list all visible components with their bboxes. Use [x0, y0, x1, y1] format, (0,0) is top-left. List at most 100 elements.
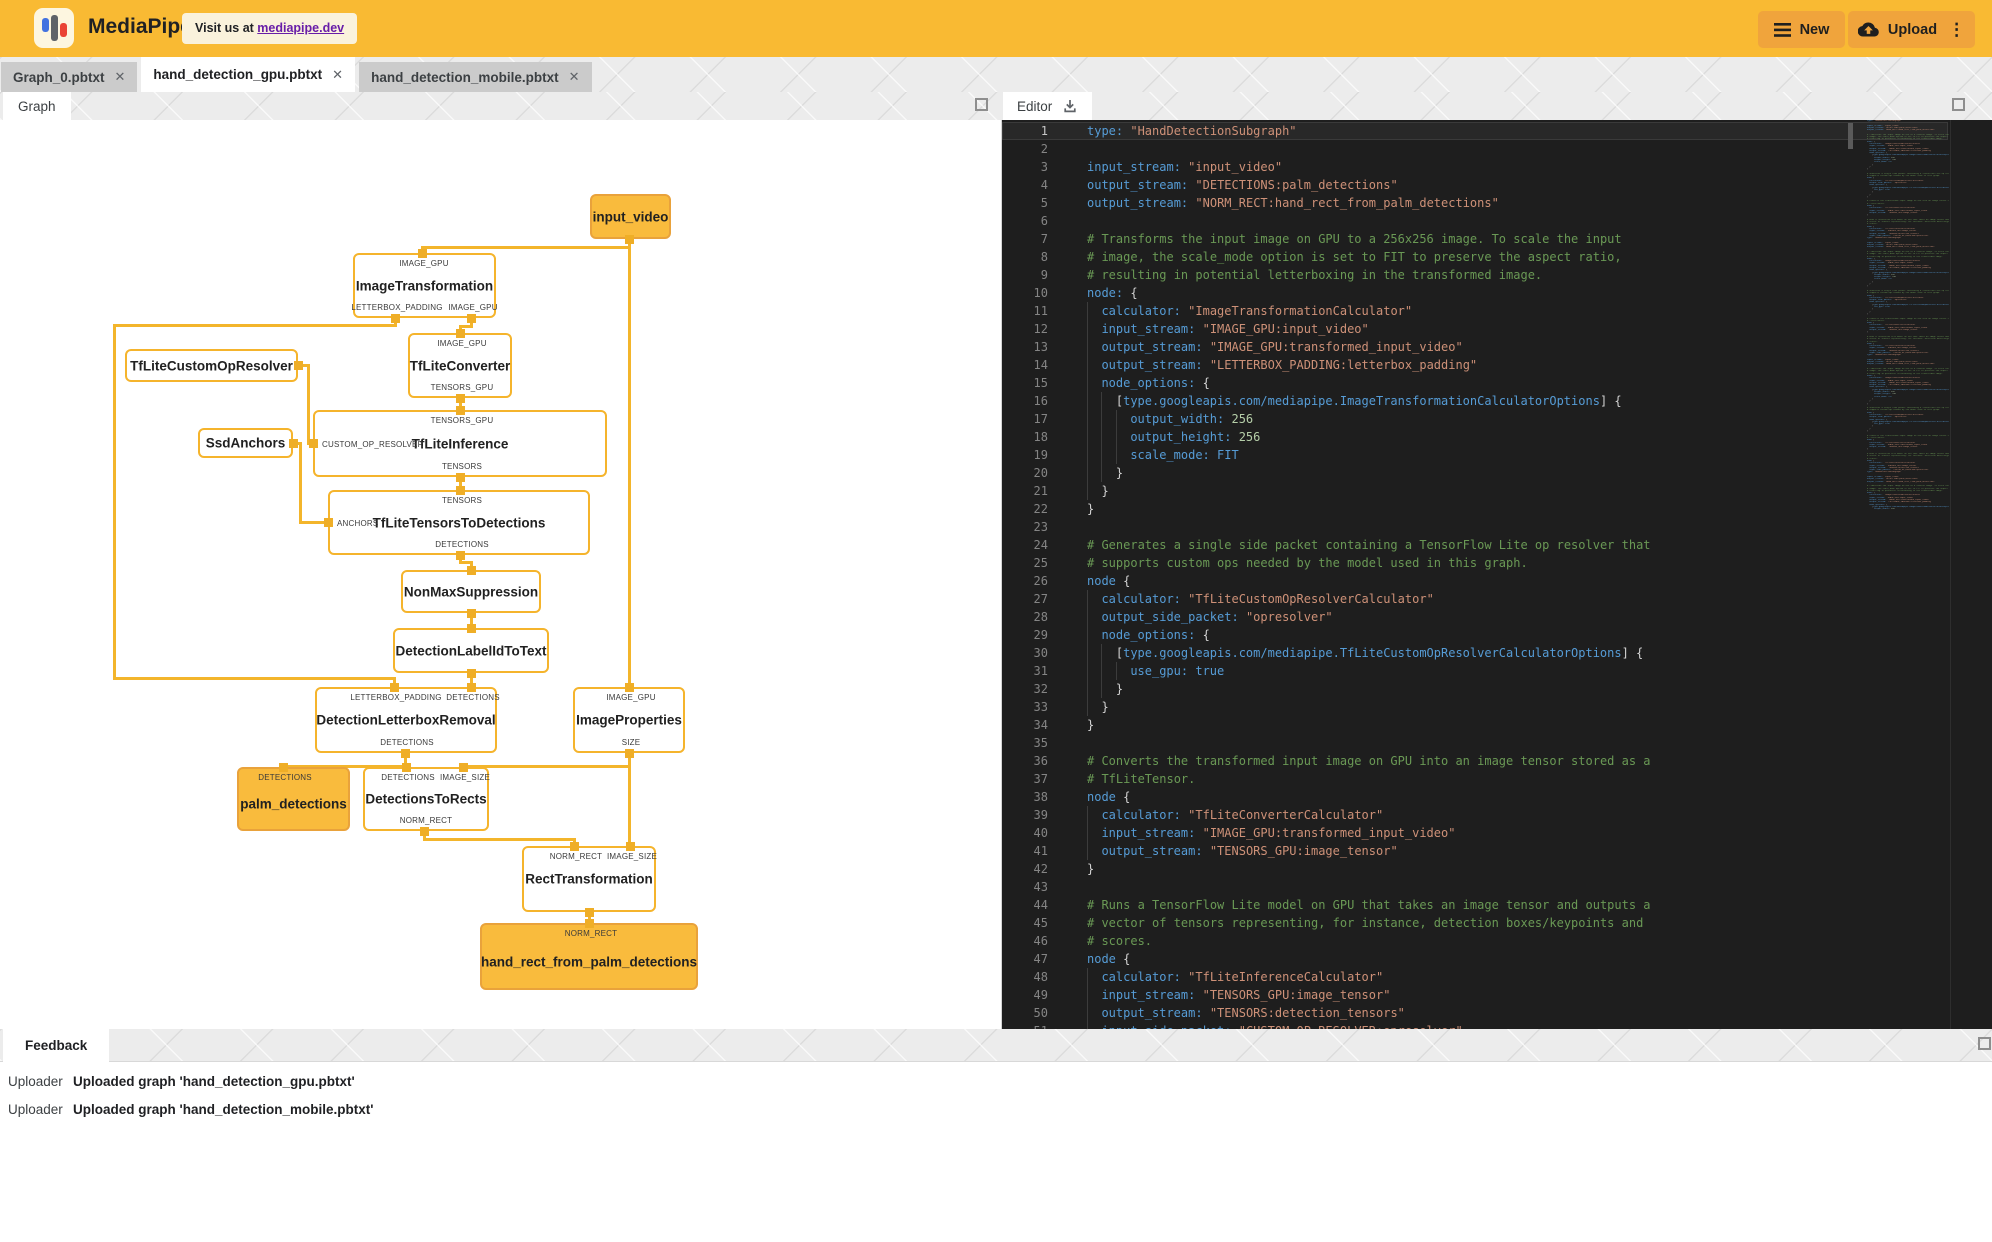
download-icon[interactable]: [1062, 98, 1078, 114]
editor-scrollbar[interactable]: [1950, 120, 1951, 1029]
maximize-editor-panel-icon[interactable]: [1952, 98, 1965, 111]
code-line-14[interactable]: 14 output_stream: "LETTERBOX_PADDING:lett…: [1002, 356, 1948, 374]
graph-node-ssd_anchors[interactable]: SsdAnchors: [198, 428, 293, 458]
code-line-30[interactable]: 30 [type.googleapis.com/mediapipe.TfLiteC…: [1002, 644, 1948, 662]
graph-node-detection_label_id_to_text[interactable]: DetectionLabelIdToText: [393, 628, 549, 673]
graph-node-detection_letterbox_removal[interactable]: DetectionLetterboxRemoval LETTERBOX_PADDI…: [315, 687, 500, 753]
code-line-24[interactable]: 24 # Generates a single side packet conta…: [1002, 536, 1948, 554]
code-line-43[interactable]: 43: [1002, 878, 1948, 896]
code-line-3[interactable]: 3 input_stream: "input_video": [1002, 158, 1948, 176]
port-label: DETECTIONS: [380, 738, 434, 747]
code-line-13[interactable]: 13 output_stream: "IMAGE_GPU:transformed_…: [1002, 338, 1948, 356]
code-line-20[interactable]: 20}: [1002, 464, 1948, 482]
graph-node-input_video[interactable]: input_video: [590, 194, 671, 239]
mediapipe-dev-link[interactable]: mediapipe.dev: [257, 21, 344, 35]
code-line-46[interactable]: 46 # scores.: [1002, 932, 1948, 950]
more-options-icon[interactable]: ⋮: [1948, 20, 1965, 40]
code-line-2[interactable]: 2: [1002, 140, 1948, 158]
code-line-48[interactable]: 48 calculator: "TfLiteInferenceCalculator…: [1002, 968, 1948, 986]
code-editor[interactable]: 1 type: "HandDetectionSubgraph" 2 3 input_st…: [1002, 120, 1992, 1029]
code-line-32[interactable]: 32}: [1002, 680, 1948, 698]
code-line-40[interactable]: 40 input_stream: "IMAGE_GPU:transformed_i…: [1002, 824, 1948, 842]
code-line-19[interactable]: 19 scale_mode: FIT: [1002, 446, 1948, 464]
code-line-29[interactable]: 29 node_options: {: [1002, 626, 1948, 644]
code-line-51[interactable]: 51 input_side_packet: "CUSTOM_OP_RESOLVER…: [1002, 1022, 1948, 1029]
code-line-26[interactable]: 26 node {: [1002, 572, 1948, 590]
graph-node-tflite_custom_op_resolver[interactable]: TfLiteCustomOpResolver: [125, 349, 298, 382]
code-line-4[interactable]: 4 output_stream: "DETECTIONS:palm_detecti…: [1002, 176, 1948, 194]
file-tab-0[interactable]: Graph_0.pbtxt ✕: [1, 62, 138, 92]
graph-node-tflite_tensors_to_detections[interactable]: TfLiteTensorsToDetections TENSORS ANCHORS D…: [328, 490, 590, 555]
maximize-feedback-panel-icon[interactable]: [1978, 1037, 1991, 1050]
maximize-graph-panel-icon[interactable]: [975, 98, 988, 111]
code-line-12[interactable]: 12 input_stream: "IMAGE_GPU:input_video": [1002, 320, 1948, 338]
code-text: [type.googleapis.com/mediapipe.ImageTran…: [1087, 392, 1622, 410]
code-line-28[interactable]: 28 output_side_packet: "opresolver": [1002, 608, 1948, 626]
node-title: TfLiteInference: [411, 436, 509, 451]
code-line-36[interactable]: 36 # Converts the transformed input image…: [1002, 752, 1948, 770]
code-line-1[interactable]: 1 type: "HandDetectionSubgraph": [1002, 122, 1948, 140]
mediapipe-logo[interactable]: [34, 8, 74, 48]
code-line-15[interactable]: 15 node_options: {: [1002, 374, 1948, 392]
close-icon[interactable]: ✕: [115, 69, 126, 85]
feedback-tab-label: Feedback: [25, 1038, 88, 1053]
code-line-9[interactable]: 9 # resulting in potential letterboxing i…: [1002, 266, 1948, 284]
code-line-25[interactable]: 25 # supports custom ops needed by the mo…: [1002, 554, 1948, 572]
code-text: output_stream: "TENSORS_GPU:image_tensor…: [1087, 842, 1398, 860]
code-line-45[interactable]: 45 # vector of tensors representing, for …: [1002, 914, 1948, 932]
graph-node-rect_transformation[interactable]: RectTransformation NORM_RECT IMAGE_SIZE: [522, 846, 657, 912]
minimap-line: # vector of tensors representing, for in…: [1867, 455, 1949, 458]
code-text: [type.googleapis.com/mediapipe.TfLiteCus…: [1087, 644, 1643, 662]
close-icon[interactable]: ✕: [332, 67, 343, 83]
graph-node-hand_rect_from_palm_detections[interactable]: hand_rect_from_palm_detections NORM_RECT: [480, 923, 698, 990]
tab-editor[interactable]: Editor: [1003, 92, 1093, 120]
graph-node-image_properties[interactable]: ImageProperties IMAGE_GPU SIZE: [573, 687, 685, 753]
code-line-22[interactable]: 22}: [1002, 500, 1948, 518]
code-line-34[interactable]: 34}: [1002, 716, 1948, 734]
new-button[interactable]: New: [1758, 11, 1845, 48]
code-line-49[interactable]: 49 input_stream: "TENSORS_GPU:image_tenso…: [1002, 986, 1948, 1004]
code-line-38[interactable]: 38 node {: [1002, 788, 1948, 806]
line-number: 39: [1033, 808, 1048, 822]
graph-canvas[interactable]: input_video ImageTransformation IMAGE_GPU L…: [0, 120, 1002, 1029]
code-line-42[interactable]: 42}: [1002, 860, 1948, 878]
code-line-27[interactable]: 27 calculator: "TfLiteCustomOpResolverCal…: [1002, 590, 1948, 608]
code-line-18[interactable]: 18 output_height: 256: [1002, 428, 1948, 446]
line-number: 10: [1033, 286, 1048, 300]
graph-node-image_transformation[interactable]: ImageTransformation IMAGE_GPU LETTERBOX_PA…: [351, 253, 497, 318]
line-number: 37: [1033, 772, 1048, 786]
code-line-8[interactable]: 8 # image, the scale_mode option is set t…: [1002, 248, 1948, 266]
code-line-31[interactable]: 31 use_gpu: true: [1002, 662, 1948, 680]
minimap[interactable]: type: "HandDetectionSubgraph" input_strea…: [1867, 120, 1949, 514]
code-line-11[interactable]: 11 calculator: "ImageTransformationCalcul…: [1002, 302, 1948, 320]
close-icon[interactable]: ✕: [569, 69, 580, 85]
graph-node-detections_to_rects[interactable]: DetectionsToRects DETECTIONS IMAGE_SIZE NOR…: [363, 767, 490, 831]
code-line-10[interactable]: 10 node: {: [1002, 284, 1948, 302]
graph-node-non_max_suppression[interactable]: NonMaxSuppression: [401, 570, 541, 613]
code-line-47[interactable]: 47 node {: [1002, 950, 1948, 968]
code-line-37[interactable]: 37 # TfLiteTensor.: [1002, 770, 1948, 788]
code-line-33[interactable]: 33}: [1002, 698, 1948, 716]
code-line-50[interactable]: 50 output_stream: "TENSORS:detection_tens…: [1002, 1004, 1948, 1022]
tab-feedback[interactable]: Feedback: [3, 1029, 110, 1062]
upload-button[interactable]: Upload ⋮: [1848, 11, 1975, 48]
code-line-23[interactable]: 23: [1002, 518, 1948, 536]
code-lines: 1 type: "HandDetectionSubgraph" 2 3 input_st…: [1002, 122, 1948, 1029]
graph-node-tflite_inference[interactable]: TfLiteInference TENSORS_GPU CUSTOM_OP_RESO…: [313, 410, 607, 477]
line-number: 3: [1040, 160, 1048, 174]
tab-graph[interactable]: Graph: [3, 92, 71, 120]
file-tab-1[interactable]: hand_detection_gpu.pbtxt ✕: [141, 57, 356, 92]
graph-node-tflite_converter[interactable]: TfLiteConverter IMAGE_GPU TENSORS_GPU: [408, 333, 512, 398]
code-line-16[interactable]: 16 [type.googleapis.com/mediapipe.ImageTr…: [1002, 392, 1948, 410]
code-line-44[interactable]: 44 # Runs a TensorFlow Lite model on GPU …: [1002, 896, 1948, 914]
file-tab-2[interactable]: hand_detection_mobile.pbtxt ✕: [359, 62, 592, 92]
graph-node-palm_detections[interactable]: palm_detections DETECTIONS: [237, 767, 350, 831]
code-line-5[interactable]: 5 output_stream: "NORM_RECT:hand_rect_fro…: [1002, 194, 1948, 212]
code-line-6[interactable]: 6: [1002, 212, 1948, 230]
code-line-17[interactable]: 17 output_width: 256: [1002, 410, 1948, 428]
code-line-41[interactable]: 41 output_stream: "TENSORS_GPU:image_tens…: [1002, 842, 1948, 860]
code-line-35[interactable]: 35: [1002, 734, 1948, 752]
code-line-39[interactable]: 39 calculator: "TfLiteConverterCalculator…: [1002, 806, 1948, 824]
code-line-21[interactable]: 21}: [1002, 482, 1948, 500]
code-line-7[interactable]: 7 # Transforms the input image on GPU to …: [1002, 230, 1948, 248]
